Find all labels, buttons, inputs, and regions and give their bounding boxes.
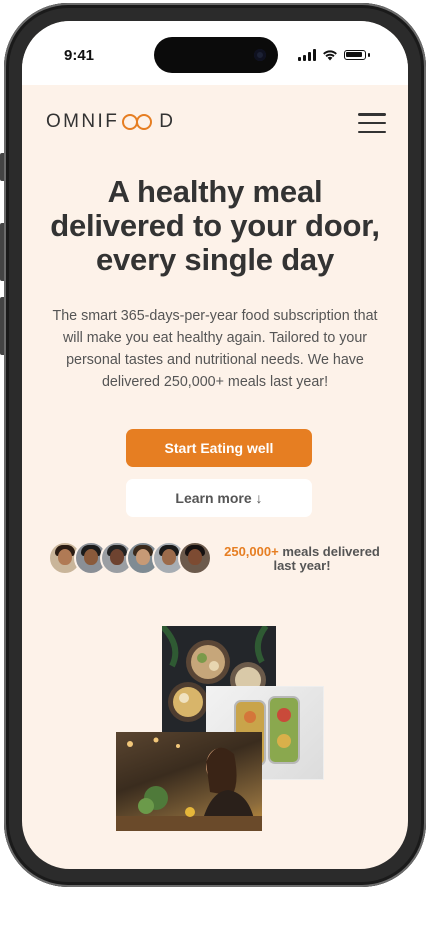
hero-description: The smart 365-days-per-year food subscri… [52,308,378,390]
header-nav: OMNIF D [22,85,408,157]
logo-text-right: D [159,111,176,132]
avatar [178,541,212,575]
meals-label: meals delivered last year! [273,544,380,573]
battery-tip [368,53,370,57]
camera-icon [254,49,266,61]
woman-eating-image [116,732,262,831]
signal-icon [298,49,316,61]
hero-title: A healthy meal delivered to your door, e… [50,174,380,277]
customer-avatars [48,541,212,575]
meals-count: 250,000+ [224,544,279,559]
status-bar: 9:41 [22,21,408,85]
status-icons [298,49,370,61]
wifi-icon [323,50,337,61]
hamburger-menu-icon[interactable] [358,113,386,133]
logo-infinity-icon [121,114,157,130]
learn-more-button[interactable]: Learn more ↓ [126,479,312,517]
omnifood-logo[interactable]: OMNIF D [46,111,175,133]
status-time: 9:41 [64,47,95,64]
logo-text-left: OMNIF [46,111,120,132]
start-eating-button[interactable]: Start Eating well [126,429,312,467]
battery-icon [344,50,366,60]
meals-delivered-text: 250,000+ meals delivered last year! [212,545,392,573]
phone-frame: 9:41 OMNIF D A healthy meal delivered to… [0,3,430,887]
screen: 9:41 OMNIF D A healthy meal delivered to… [22,21,408,869]
dynamic-island [154,37,278,73]
